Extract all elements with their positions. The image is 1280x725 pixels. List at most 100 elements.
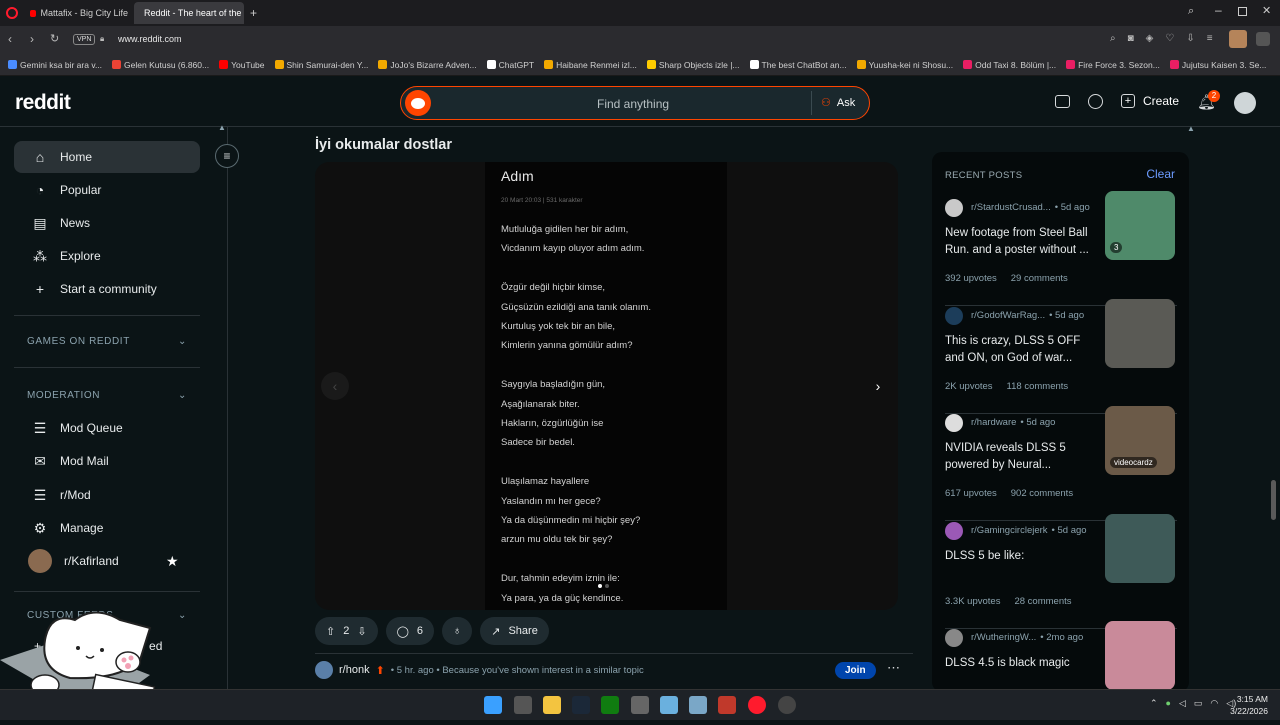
recent-post-item[interactable]: r/StardustCrusad... • 5d ago New footage f… [945, 191, 1177, 306]
search-input[interactable]: Find anything [597, 97, 669, 111]
forward-icon[interactable]: › [30, 32, 34, 46]
bookmark-item[interactable]: Sharp Objects izle |... [646, 60, 740, 70]
page-scrollbar[interactable] [1271, 480, 1276, 520]
opera-taskbar-icon[interactable] [748, 696, 766, 714]
sidebar-item-home[interactable]: ⌂ Home [14, 141, 200, 173]
settings-icon[interactable] [631, 696, 649, 714]
url-field[interactable]: www.reddit.com [118, 34, 182, 44]
recent-post-thumbnail[interactable] [1105, 298, 1175, 368]
menu-icon[interactable]: ≡ [1207, 33, 1213, 44]
bookmark-item[interactable]: JoJo's Bizarre Adven... [378, 60, 477, 70]
recent-post-item[interactable]: r/Gamingcirclejerk • 5d ago DLSS 5 be like… [945, 513, 1177, 629]
new-tab-icon[interactable]: + [250, 6, 257, 20]
share-button[interactable]: ↗ Share [480, 617, 549, 645]
bookmark-item[interactable]: Haibane Renmei izl... [544, 60, 637, 70]
wifi-icon[interactable]: ◠ [1210, 698, 1218, 709]
carousel-prev-button[interactable]: ‹ [321, 372, 349, 400]
media-icon[interactable] [718, 696, 736, 714]
scroll-up-icon[interactable]: ▲ [1187, 124, 1195, 133]
reload-icon[interactable]: ↻ [50, 32, 59, 45]
opera-logo-icon[interactable] [6, 7, 18, 19]
clear-button[interactable]: Clear [1146, 167, 1175, 181]
start-icon[interactable] [484, 696, 502, 714]
tray-chevron-icon[interactable]: ⌃ [1150, 698, 1158, 709]
collapse-sidebar-button[interactable]: ≡ [215, 144, 239, 168]
recent-post-title[interactable]: DLSS 4.5 is black magic [945, 655, 1095, 672]
chat-icon[interactable] [1088, 94, 1103, 109]
bookmark-item[interactable]: Gelen Kutusu (6.860... [112, 60, 209, 70]
award-button[interactable]: ♁ [442, 617, 473, 645]
user-avatar[interactable] [1234, 92, 1256, 114]
recent-post-title[interactable]: This is crazy, DLSS 5 OFF and ON, on God… [945, 333, 1095, 367]
mic-icon[interactable]: ● [1166, 698, 1171, 709]
join-button[interactable]: Join [835, 662, 876, 679]
bookmark-item[interactable]: Gemini ksa bir ara v... [8, 60, 102, 70]
sidebar-item-news[interactable]: ▤ News [14, 207, 200, 239]
favorite-star-icon[interactable]: ★ [166, 553, 179, 570]
bookmark-item[interactable]: Shin Samurai-den Y... [274, 60, 368, 70]
bookmark-item[interactable]: Odd Taxi 8. Bölüm |... [963, 60, 1056, 70]
app-icon[interactable] [778, 696, 796, 714]
recent-post-item[interactable]: r/WutheringW... • 2mo ago DLSS 4.5 is blac… [945, 621, 1177, 692]
search-bar[interactable]: Find anything ⚇ Ask [400, 86, 870, 120]
task-view-icon[interactable] [514, 696, 532, 714]
recent-post-subreddit[interactable]: r/StardustCrusad... • 5d ago [971, 202, 1090, 213]
bookmark-item[interactable]: ChatGPT [486, 60, 534, 70]
sidebar-item-r-kafirland[interactable]: r/Kafirland ★ [14, 545, 200, 577]
bookmark-item[interactable]: The best ChatBot an... [749, 60, 847, 70]
maximize-icon[interactable] [1238, 7, 1247, 16]
search-tabs-icon[interactable]: ⌕ [1188, 5, 1194, 18]
lens-icon[interactable]: ⌕ [1110, 33, 1116, 44]
sidebar-item-popular[interactable]: ◔ Popular [14, 174, 200, 206]
advertise-icon[interactable] [1055, 95, 1070, 108]
scroll-up-icon[interactable]: ▲ [218, 123, 226, 132]
next-post-subreddit[interactable]: r/honk [339, 664, 370, 676]
extensions-icon[interactable] [1256, 32, 1270, 46]
recent-post-subreddit[interactable]: r/GodofWarRag... • 5d ago [971, 310, 1084, 321]
shield-icon[interactable]: ◈ [1146, 33, 1154, 44]
sidebar-item-explore[interactable]: ⁂ Explore [14, 240, 200, 272]
heart-icon[interactable]: ♡ [1165, 33, 1174, 44]
recent-post-item[interactable]: r/hardware • 5d ago NVIDIA reveals DLSS 5 … [945, 406, 1177, 521]
recent-post-thumbnail[interactable] [1105, 513, 1175, 583]
upvote-icon[interactable]: ⇧ [326, 625, 335, 638]
bookmark-item[interactable]: Yuusha-kei ni Shosu... [856, 60, 953, 70]
minimize-icon[interactable]: – [1215, 3, 1222, 17]
recent-post-title[interactable]: DLSS 5 be like: [945, 548, 1095, 565]
recent-post-subreddit[interactable]: r/hardware • 5d ago [971, 417, 1055, 428]
post-media-carousel[interactable]: Adım 20 Mart 20:03 | 531 karakter Mutlul… [315, 162, 898, 610]
games-section-header[interactable]: GAMES ON REDDIT ⌄ [27, 336, 187, 347]
photos-icon[interactable] [660, 696, 678, 714]
recent-post-title[interactable]: NVIDIA reveals DLSS 5 powered by Neural.… [945, 440, 1095, 474]
recent-post-title[interactable]: New footage from Steel Ball Run. and a p… [945, 225, 1095, 259]
ask-button[interactable]: ⚇ Ask [821, 96, 855, 110]
downvote-icon[interactable]: ⇩ [357, 625, 366, 638]
monitor-icon[interactable]: ▭ [1194, 698, 1203, 709]
bookmark-item[interactable]: YouTube [219, 60, 265, 70]
file-explorer-icon[interactable] [543, 696, 561, 714]
sidebar-item-mod-mail[interactable]: ✉ Mod Mail [14, 445, 200, 477]
browser-tab-mattafix[interactable]: Mattafix - Big City Life [24, 2, 134, 24]
profile-avatar[interactable] [1229, 30, 1247, 48]
post-title[interactable]: İyi okumalar dostlar [315, 137, 452, 153]
moderation-section-header[interactable]: MODERATION ⌄ [27, 390, 187, 401]
camera-icon[interactable]: ◙ [1128, 33, 1134, 44]
carousel-next-button[interactable]: › [864, 372, 892, 400]
vpn-badge[interactable]: VPN [73, 34, 96, 45]
sidebar-item-mod-queue[interactable]: ☰ Mod Queue [14, 412, 200, 444]
sidebar-item-r-mod[interactable]: ☰ r/Mod [14, 479, 200, 511]
recent-post-item[interactable]: r/GodofWarRag... • 5d ago This is crazy, D… [945, 298, 1177, 414]
recent-post-thumbnail[interactable] [1105, 621, 1175, 690]
recent-post-subreddit[interactable]: r/Gamingcirclejerk • 5d ago [971, 525, 1087, 536]
clock[interactable]: 3:15 AM 3/22/2026 [1222, 693, 1268, 717]
snipping-icon[interactable] [689, 696, 707, 714]
close-window-icon[interactable]: ✕ [1262, 4, 1271, 17]
steam-icon[interactable] [572, 696, 590, 714]
download-icon[interactable]: ⇩ [1186, 33, 1194, 44]
comments-button[interactable]: ◯ 6 [385, 617, 434, 645]
browser-tab-reddit[interactable]: Reddit - The heart of the [134, 2, 244, 24]
bookmark-item[interactable]: Jujutsu Kaisen 3. Se... [1169, 60, 1266, 70]
recent-post-subreddit[interactable]: r/WutheringW... • 2mo ago [971, 632, 1083, 643]
more-options-icon[interactable]: ⋯ [887, 660, 900, 676]
sidebar-item-start-a-community[interactable]: + Start a community [14, 273, 200, 305]
